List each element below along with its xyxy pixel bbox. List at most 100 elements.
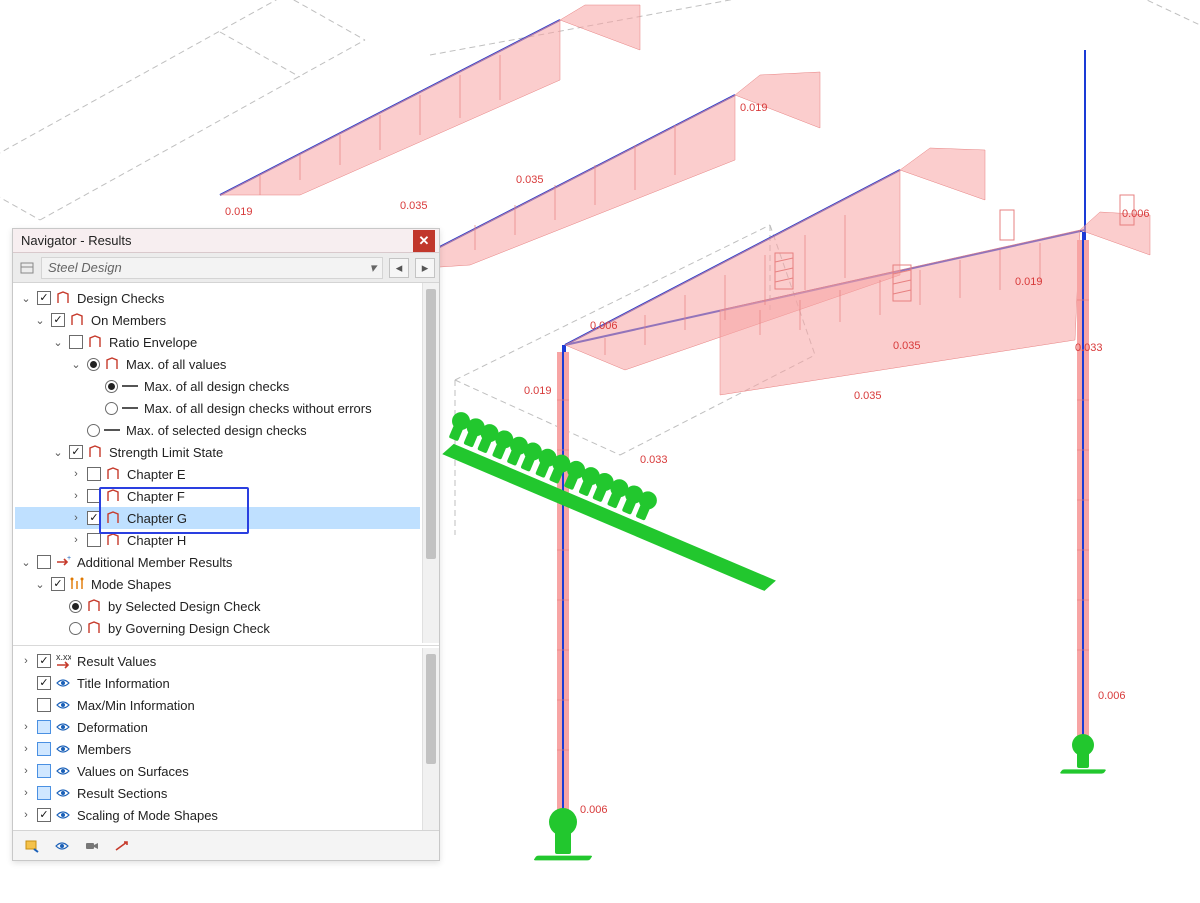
tree-item-by-governing[interactable]: by Governing Design Check [15,617,420,639]
tree-item-chapter-g[interactable]: › Chapter G [15,507,420,529]
checkbox[interactable] [37,676,51,690]
tree-item-deformation[interactable]: › Deformation [15,716,420,738]
tree-item-scaling-mode[interactable]: › Scaling of Mode Shapes [15,804,420,826]
frame-icon [87,334,103,350]
nav-next-button[interactable]: ▸ [415,258,435,278]
tree-item-result-sections[interactable]: › Result Sections [15,782,420,804]
radio[interactable] [105,402,118,415]
tree-item-mode-shapes[interactable]: ⌄ Mode Shapes [15,573,420,595]
checkbox[interactable] [69,335,83,349]
expand-toggle[interactable]: ⌄ [51,336,65,349]
radio[interactable] [105,380,118,393]
checkbox[interactable] [87,511,101,525]
frame-icon [105,510,121,526]
expand-toggle[interactable]: ⌄ [69,358,83,371]
checkbox[interactable] [51,313,65,327]
checkbox[interactable] [87,489,101,503]
expand-toggle[interactable]: ⌄ [19,556,33,569]
tree-item-by-selected[interactable]: by Selected Design Check [15,595,420,617]
values-icon: x.xx [55,653,71,669]
expand-toggle[interactable]: › [19,809,33,821]
tree-scrollbar[interactable] [422,648,439,830]
tree-item-on-members[interactable]: ⌄ On Members [15,309,420,331]
result-value: 0.019 [225,206,253,218]
checkbox[interactable] [69,445,83,459]
results-tree-top[interactable]: ⌄ Design Checks ⌄ On Members ⌄ Ratio Env… [13,283,422,643]
expand-toggle[interactable]: › [19,787,33,799]
panel-title-text: Navigator - Results [21,233,132,248]
checkbox[interactable] [87,533,101,547]
radio[interactable] [69,622,82,635]
checkbox[interactable] [37,555,51,569]
radio[interactable] [87,424,100,437]
expand-toggle[interactable]: › [19,765,33,777]
tree-item-max-all-checks[interactable]: Max. of all design checks [15,375,420,397]
frame-icon [87,444,103,460]
checkbox[interactable] [51,577,65,591]
expand-toggle[interactable]: › [69,534,83,546]
tree-item-strength-limit[interactable]: ⌄ Strength Limit State [15,441,420,463]
tree-item-chapter-f: › Chapter F [15,485,420,507]
checkbox[interactable] [37,291,51,305]
navigator-results-panel[interactable]: Navigator - Results ✕ Steel Design ▾ ◂ ▸… [12,228,440,861]
close-button[interactable]: ✕ [413,230,435,252]
tree-item-max-all-values[interactable]: ⌄ Max. of all values [15,353,420,375]
frame-icon [55,290,71,306]
checkbox[interactable] [37,786,51,800]
tree-item-max-selected-checks[interactable]: Max. of selected design checks [15,419,420,441]
expand-toggle[interactable]: ⌄ [19,292,33,305]
panel-titlebar[interactable]: Navigator - Results ✕ [13,229,439,253]
capture-button[interactable] [17,833,47,859]
nav-prev-button[interactable]: ◂ [389,258,409,278]
frame-icon [104,356,120,372]
checkbox[interactable] [37,698,51,712]
record-button[interactable] [77,833,107,859]
chevron-down-icon: ▾ [369,260,376,276]
expand-toggle[interactable]: ⌄ [33,578,47,591]
radio[interactable] [69,600,82,613]
panel-selector-bar: Steel Design ▾ ◂ ▸ [13,253,439,283]
tree-item-design-checks[interactable]: ⌄ Design Checks [15,287,420,309]
tree-scrollbar[interactable] [422,283,439,643]
tree-item-additional-results[interactable]: ⌄ + Additional Member Results [15,551,420,573]
result-value: 0.035 [854,390,882,402]
eye-icon [55,807,71,823]
tree-item-chapter-h[interactable]: › Chapter H [15,529,420,551]
tree-item-maxmin-info[interactable]: Max/Min Information [15,694,420,716]
expand-toggle[interactable]: › [19,721,33,733]
result-value: 0.006 [1122,208,1150,220]
tree-item-result-values[interactable]: › x.xx Result Values [15,650,420,672]
eye-icon [55,763,71,779]
frame-icon [86,620,102,636]
show-button[interactable] [47,833,77,859]
tree-item-title-info[interactable]: Title Information [15,672,420,694]
checkbox[interactable] [37,742,51,756]
checkbox[interactable] [37,654,51,668]
frame-icon [105,488,121,504]
result-value: 0.019 [524,385,552,397]
frame-icon [105,532,121,548]
eye-icon [55,741,71,757]
checkbox[interactable] [37,764,51,778]
tree-item-values-surfaces[interactable]: › Values on Surfaces [15,760,420,782]
expand-toggle[interactable]: ⌄ [51,446,65,459]
checkbox[interactable] [87,467,101,481]
tree-item-ratio-envelope[interactable]: ⌄ Ratio Envelope [15,331,420,353]
tree-item-chapter-e[interactable]: › Chapter E [15,463,420,485]
tree-item-max-all-checks-noerr[interactable]: Max. of all design checks without errors [15,397,420,419]
radio[interactable] [87,358,100,371]
results-tree-bottom[interactable]: › x.xx Result Values Title Information M… [13,648,422,830]
expand-toggle[interactable]: › [19,743,33,755]
tree-item-members[interactable]: › Members [15,738,420,760]
module-dropdown[interactable]: Steel Design ▾ [41,257,383,279]
checkbox[interactable] [37,720,51,734]
expand-toggle[interactable]: › [19,655,33,667]
checkbox[interactable] [37,808,51,822]
expand-toggle[interactable]: › [69,468,83,480]
eye-icon [55,697,71,713]
expand-toggle[interactable]: ⌄ [33,314,47,327]
support-node [535,808,591,862]
vector-button[interactable] [107,833,137,859]
expand-toggle[interactable]: › [69,512,83,524]
expand-toggle[interactable]: › [69,490,83,502]
